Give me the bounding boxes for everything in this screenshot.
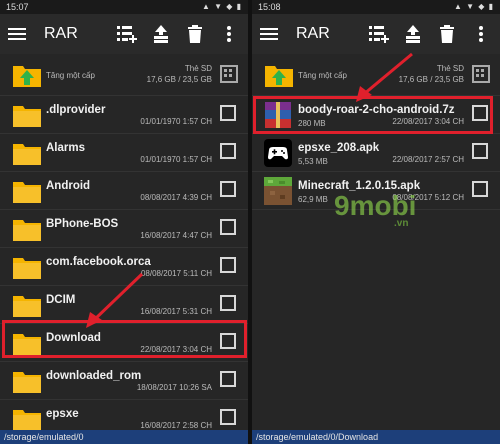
folder-date: 08/08/2017 5:11 CH (140, 269, 212, 278)
sd-card-label: Thẻ SD (436, 64, 464, 73)
watermark-main: 9mobi (334, 190, 417, 221)
select-checkbox[interactable] (220, 333, 236, 349)
select-checkbox[interactable] (220, 105, 236, 121)
folder-icon (12, 102, 42, 128)
delete-icon[interactable] (184, 23, 206, 45)
parent-folder-row[interactable]: Tăng một cấp Thẻ SD 17,6 GB / 23,5 GB (0, 54, 248, 96)
folder-date: 18/08/2017 10:26 SA (136, 383, 212, 392)
folder-name: BPhone-BOS (46, 218, 119, 230)
folder-name: Download (46, 332, 101, 344)
left-file-panel: 15:07 ▲ ▼ ◆ ▮ RAR Tăng một cấp Thẻ SD 17… (0, 0, 248, 444)
right-file-panel: 15:08 ▲ ▼ ◆ ▮ RAR Tăng một cấp Thẻ SD 17… (252, 0, 500, 444)
file-row[interactable]: epsxe_208.apk 5,53 MB 22/08/2017 2:57 CH (252, 134, 500, 172)
status-icons: ▲ ▼ ◆ ▮ (453, 2, 494, 11)
archive-icon (264, 101, 294, 128)
folder-date: 22/08/2017 3:04 CH (140, 345, 212, 354)
status-icons: ▲ ▼ ◆ ▮ (201, 2, 242, 11)
folder-name: .dlprovider (46, 104, 106, 116)
folder-icon (12, 216, 42, 242)
select-all-icon[interactable] (220, 65, 238, 83)
select-checkbox[interactable] (220, 143, 236, 159)
folder-date: 16/08/2017 2:58 CH (140, 421, 212, 430)
file-size: 5,53 MB (298, 157, 328, 166)
folder-name: DCIM (46, 294, 76, 306)
folder-row[interactable]: DCIM 16/08/2017 5:31 CH (0, 286, 248, 324)
folder-name: epsxe (46, 408, 79, 420)
folder-icon (12, 368, 42, 394)
folder-row[interactable]: com.facebook.orca 08/08/2017 5:11 CH (0, 248, 248, 286)
folder-row[interactable]: BPhone-BOS 16/08/2017 4:47 CH (0, 210, 248, 248)
toolbar: RAR (0, 14, 248, 54)
add-to-archive-icon[interactable] (368, 23, 390, 45)
watermark-suffix: .vn (394, 218, 409, 229)
folder-date: 16/08/2017 5:31 CH (140, 307, 212, 316)
file-row[interactable]: boody-roar-2-cho-android.7z 280 MB 22/08/2… (252, 96, 500, 134)
path-bar: /storage/emulated/0/Download (252, 430, 500, 444)
folder-name: com.facebook.orca (46, 256, 151, 268)
folder-row[interactable]: Alarms 01/01/1970 1:57 CH (0, 134, 248, 172)
select-all-icon[interactable] (472, 65, 490, 83)
folder-icon (12, 406, 42, 432)
select-checkbox[interactable] (472, 181, 488, 197)
folder-icon (12, 254, 42, 280)
toolbar: RAR (252, 14, 500, 54)
status-bar: 15:08 ▲ ▼ ◆ ▮ (252, 0, 500, 14)
select-checkbox[interactable] (472, 105, 488, 121)
folder-name: downloaded_rom (46, 370, 142, 382)
storage-usage: 17,6 GB / 23,5 GB (398, 75, 464, 84)
parent-folder-row[interactable]: Tăng một cấp Thẻ SD 17,6 GB / 23,5 GB (252, 54, 500, 96)
folder-name: Android (46, 180, 91, 192)
menu-icon[interactable] (8, 27, 26, 41)
more-options-icon[interactable] (218, 23, 240, 45)
folder-icon (12, 178, 42, 204)
status-bar: 15:07 ▲ ▼ ◆ ▮ (0, 0, 248, 14)
folder-icon (12, 140, 42, 166)
select-checkbox[interactable] (472, 143, 488, 159)
status-time: 15:07 (6, 2, 29, 12)
folder-date: 16/08/2017 4:47 CH (140, 231, 212, 240)
select-checkbox[interactable] (220, 219, 236, 235)
more-options-icon[interactable] (470, 23, 492, 45)
file-size: 62,9 MB (298, 195, 328, 204)
select-checkbox[interactable] (220, 409, 236, 425)
folder-up-icon (264, 62, 294, 88)
folder-row[interactable]: downloaded_rom 18/08/2017 10:26 SA (0, 362, 248, 400)
select-checkbox[interactable] (220, 257, 236, 273)
path-bar: /storage/emulated/0 (0, 430, 248, 444)
storage-usage: 17,6 GB / 23,5 GB (146, 75, 212, 84)
folder-name: Alarms (46, 142, 85, 154)
menu-icon[interactable] (260, 27, 278, 41)
folder-row[interactable]: Android 08/08/2017 4:39 CH (0, 172, 248, 210)
folder-icon (12, 330, 42, 356)
extract-icon[interactable] (402, 23, 424, 45)
folder-up-icon (12, 62, 42, 88)
folder-date: 08/08/2017 4:39 CH (140, 193, 212, 202)
parent-label: Tăng một cấp (46, 71, 95, 80)
folder-row[interactable]: Download 22/08/2017 3:04 CH (0, 324, 248, 362)
file-name: boody-roar-2-cho-android.7z (298, 104, 455, 116)
folder-row[interactable]: .dlprovider 01/01/1970 1:57 CH (0, 96, 248, 134)
minecraft-icon (264, 177, 294, 205)
file-date: 22/08/2017 3:04 CH (392, 117, 464, 126)
app-title: RAR (296, 25, 330, 42)
folder-date: 01/01/1970 1:57 CH (140, 117, 212, 126)
file-name: epsxe_208.apk (298, 142, 380, 154)
left-file-list: .dlprovider 01/01/1970 1:57 CH Alarms 01/01… (0, 96, 248, 438)
gamepad-icon (264, 139, 294, 167)
add-to-archive-icon[interactable] (116, 23, 138, 45)
sd-card-label: Thẻ SD (184, 64, 212, 73)
parent-label: Tăng một cấp (298, 71, 347, 80)
file-size: 280 MB (298, 119, 326, 128)
folder-date: 01/01/1970 1:57 CH (140, 155, 212, 164)
file-date: 22/08/2017 2:57 CH (392, 155, 464, 164)
status-time: 15:08 (258, 2, 281, 12)
app-title: RAR (44, 25, 78, 42)
extract-icon[interactable] (150, 23, 172, 45)
folder-icon (12, 292, 42, 318)
select-checkbox[interactable] (220, 371, 236, 387)
select-checkbox[interactable] (220, 181, 236, 197)
select-checkbox[interactable] (220, 295, 236, 311)
watermark-logo: 9mobi .vn (334, 190, 417, 229)
delete-icon[interactable] (436, 23, 458, 45)
